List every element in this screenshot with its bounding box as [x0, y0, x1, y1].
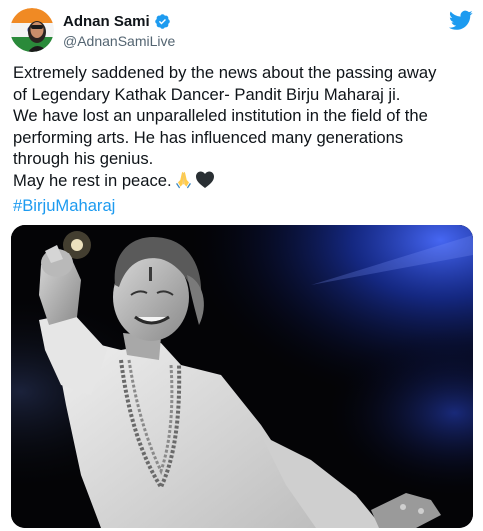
tweet-line: of Legendary Kathak Dancer- Pandit Birju… — [13, 84, 401, 104]
tweet-text: Extremely saddened by the news about the… — [13, 62, 475, 216]
hashtag-link[interactable]: #BirjuMaharaj — [13, 195, 475, 217]
tweet-line: Extremely saddened by the news about the… — [13, 63, 437, 82]
tweet-header: Adnan Sami @AdnanSamiLive — [10, 8, 473, 52]
author-handle[interactable]: @AdnanSamiLive — [63, 33, 175, 49]
verified-badge-icon — [154, 13, 171, 30]
author-names: Adnan Sami @AdnanSamiLive — [63, 11, 175, 50]
tweet-line-last: May he rest in peace. — [13, 170, 475, 195]
tweet-media-photo[interactable] — [11, 225, 473, 528]
avatar[interactable] — [10, 8, 54, 52]
black-heart-icon — [195, 170, 215, 195]
twitter-bird-icon[interactable] — [449, 8, 473, 32]
tweet-line: We have lost an unparalleled institution… — [13, 106, 428, 126]
folded-hands-icon — [174, 170, 193, 195]
dancer-photo — [11, 225, 473, 528]
display-name[interactable]: Adnan Sami — [63, 13, 150, 30]
tweet-line: performing arts. He has influenced many … — [13, 127, 404, 147]
tweet-line: through his genius. — [13, 149, 154, 169]
tweet-line: May he rest in peace. — [13, 170, 172, 190]
tweet-card[interactable]: Adnan Sami @AdnanSamiLive Extremely sadd… — [0, 0, 483, 531]
display-name-row: Adnan Sami — [63, 11, 175, 31]
